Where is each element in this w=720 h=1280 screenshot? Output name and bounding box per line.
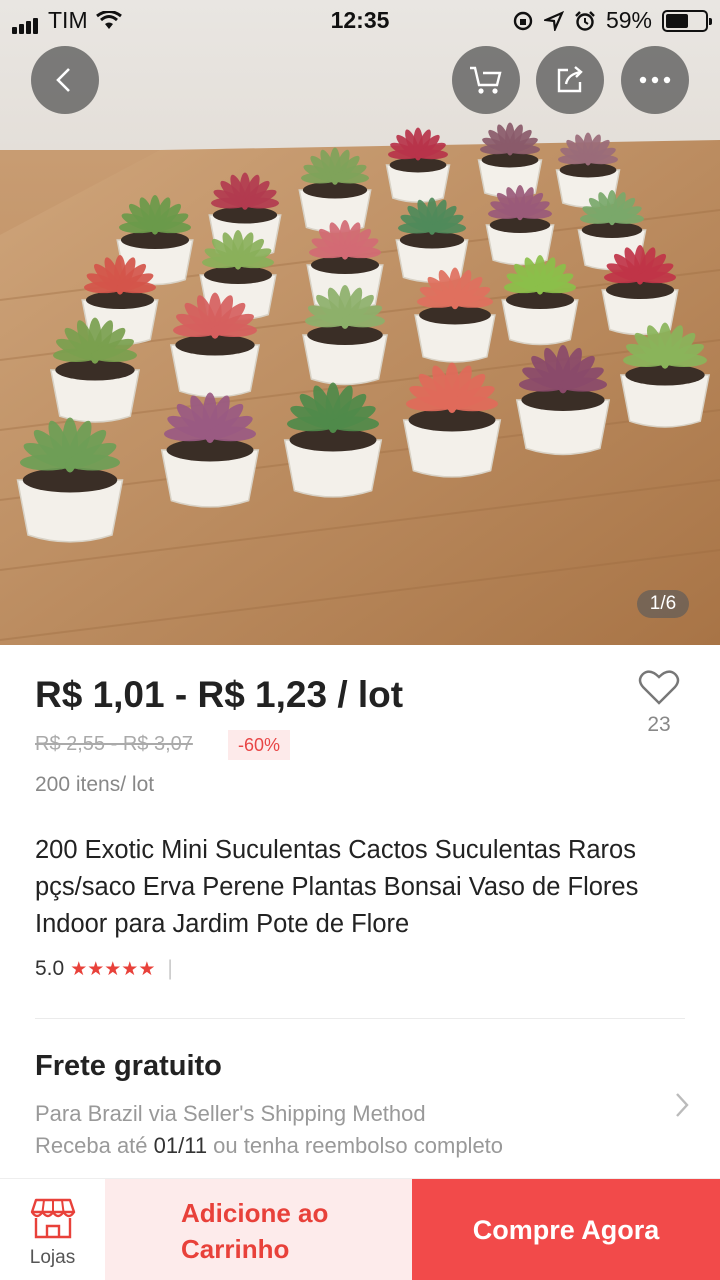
wishlist-count: 23 [647,713,671,736]
battery-icon [662,9,712,32]
original-price: R$ 2,55 - R$ 3,07 [35,733,193,755]
shipping-method: Para Brazil via Seller's Shipping Method [35,1101,426,1126]
add-to-cart-label: Adicione ao Carrinho [181,1198,329,1264]
heart-icon [638,670,680,705]
chevron-right-icon [676,1093,689,1117]
cart-icon [470,66,502,94]
more-icon [639,76,671,84]
share-icon [557,66,583,93]
product-rating[interactable]: 5.0 ★★★★★ | [35,957,173,981]
product-photo [0,122,720,645]
delivery-prefix: Receba até [35,1133,154,1158]
product-page: TIM 12:35 59% 1/6 R$ 1,01 - R$ 1,23 / lo… [0,0,720,1280]
product-price: R$ 1,01 - R$ 1,23 / lot [35,674,404,715]
battery-percent: 59% [605,7,652,33]
bottom-action-bar: Lojas Adicione ao Carrinho Compre Agora [0,1178,720,1280]
back-button[interactable] [31,46,99,114]
stores-label: Lojas [29,1247,76,1268]
status-bar: TIM 12:35 59% [0,0,720,40]
wishlist-button[interactable]: 23 [630,668,688,737]
image-counter: 1/6 [637,590,689,618]
buy-now-button[interactable]: Compre Agora [412,1179,720,1280]
product-image-gallery[interactable]: TIM 12:35 59% 1/6 [0,0,720,645]
add-to-cart-button[interactable]: Adicione ao Carrinho [105,1179,412,1280]
store-icon [30,1198,76,1239]
delivery-estimate: Receba até 01/11 ou tenha reembolso comp… [35,1133,503,1159]
delivery-suffix: ou tenha reembolso completo [207,1133,504,1158]
divider [35,1018,685,1019]
stores-button[interactable]: Lojas [0,1179,105,1280]
alarm-icon [575,10,595,31]
delivery-date: 01/11 [153,1133,208,1158]
rating-value: 5.0 [35,957,65,980]
more-button[interactable] [621,46,689,114]
rating-separator: | [167,957,173,980]
orientation-lock-icon [513,11,533,30]
back-icon [56,68,70,92]
share-button[interactable] [536,46,604,114]
discount-badge: -60% [228,730,291,760]
cart-button[interactable] [452,46,520,114]
lot-info: 200 itens/ lot [35,773,155,796]
location-icon [543,10,564,31]
star-rating-icon: ★★★★★ [70,958,156,980]
product-title: 200 Exotic Mini Suculentas Cactos Sucule… [35,836,639,938]
shipping-title: Frete gratuito [35,1050,222,1082]
